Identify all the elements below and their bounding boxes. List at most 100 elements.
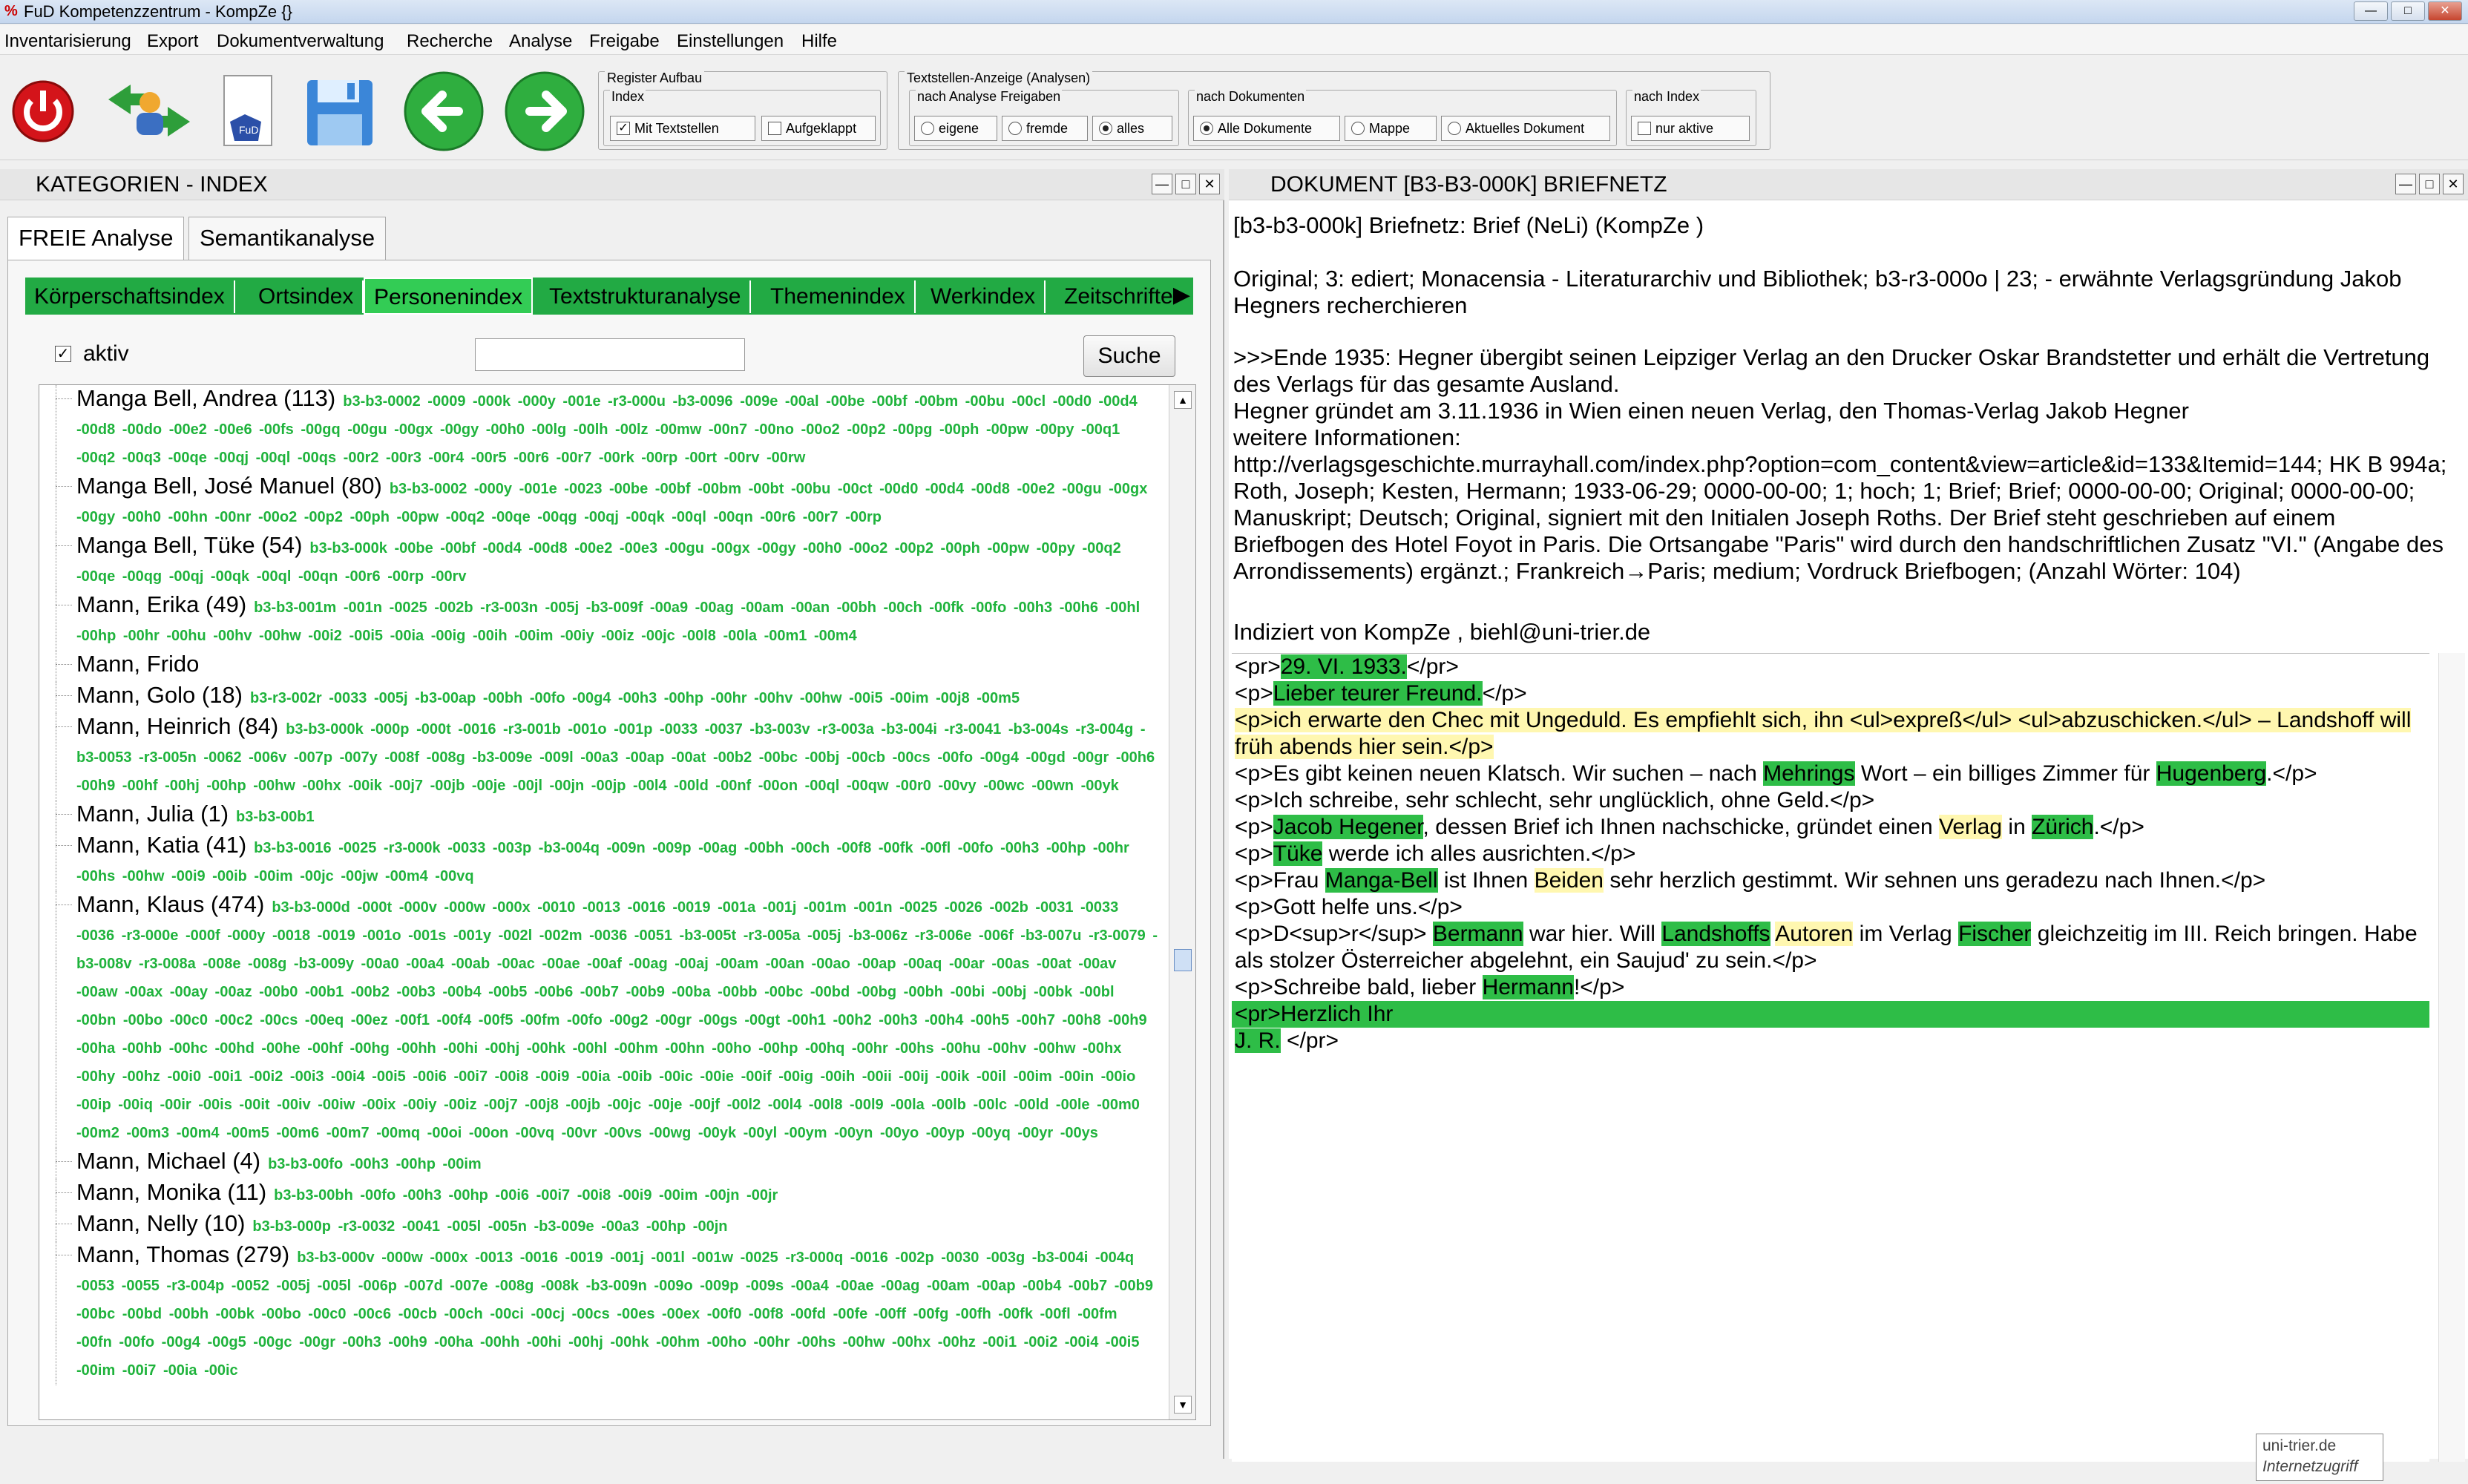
menu-export[interactable]: Export [147,31,198,52]
tree-scrollbar[interactable]: ▲ ▼ [1169,385,1195,1419]
document-text-editor[interactable]: <pr>29. VI. 1933.</pr> <p>Lieber teurer F… [1232,653,2429,1462]
menu-analyse[interactable]: Analyse [509,31,572,52]
tabs-scroll-right-icon[interactable]: ▶ [1173,282,1190,309]
person-name[interactable]: Manga Bell, Andrea (113) [76,385,335,411]
person-codes[interactable]: b3-b3-00bh -00fo -00h3 -00hp -00i6 -00i7… [274,1187,778,1204]
person-name[interactable]: Mann, Golo (18) [76,682,243,708]
person-codes[interactable]: b3-b3-00fo -00h3 -00hp -00im [268,1156,482,1172]
tab-werkindex[interactable]: Werkindex [922,280,1046,313]
annotated-text[interactable]: Bermann [1432,922,1523,946]
pane-maximize-button[interactable]: □ [1175,174,1196,194]
person-entry[interactable]: Mann, Heinrich (84) b3-b3-000k -000p -000… [45,713,1158,801]
forward-button[interactable] [502,70,591,151]
mit-textstellen-checkbox[interactable]: ✓ Mit Textstellen [610,116,755,141]
person-name[interactable]: Mann, Frido [76,651,199,677]
person-name[interactable]: Manga Bell, Tüke (54) [76,532,302,558]
radio-eigene[interactable]: eigene [914,116,997,141]
annotated-text[interactable]: Beiden [1534,868,1604,893]
person-name[interactable]: Mann, Nelly (10) [76,1210,245,1236]
menu-dokumentverwaltung[interactable]: Dokumentverwaltung [217,31,384,52]
person-codes[interactable]: b3-b3-000v -000w -000x -0013 -0016 -0019… [76,1250,1153,1379]
person-entry[interactable]: Mann, Nelly (10) b3-b3-000p -r3-0032 -004… [45,1210,1158,1241]
annotated-text[interactable]: Jacob Hegener [1273,815,1423,839]
menu-freigabe[interactable]: Freigabe [589,31,660,52]
save-button[interactable] [303,70,374,151]
person-name[interactable]: Mann, Julia (1) [76,801,229,827]
tab-personenindex[interactable]: Personenindex [364,278,534,315]
annotated-text[interactable]: Manga-Bell [1325,868,1438,893]
person-name[interactable]: Mann, Monika (11) [76,1179,266,1205]
scroll-up-icon[interactable]: ▲ [1174,391,1192,409]
pane-close-button[interactable]: ✕ [2443,174,2464,194]
aufgeklappt-checkbox[interactable]: Aufgeklappt [761,116,876,141]
person-codes[interactable]: b3-b3-00b1 [236,809,315,825]
tab-koerperschaftsindex[interactable]: Körperschaftsindex [25,280,235,313]
person-codes[interactable]: b3-b3-000p -r3-0032 -0041 -005l -005n -b… [252,1218,727,1235]
radio-alles[interactable]: alles [1092,116,1172,141]
person-codes[interactable]: b3-r3-002r -0033 -005j -b3-00ap -00bh -0… [250,690,1020,706]
person-name[interactable]: Manga Bell, José Manuel (80) [76,473,382,499]
annotated-text[interactable]: Hermann [1482,975,1574,999]
radio-aktuelles-dokument[interactable]: Aktuelles Dokument [1441,116,1610,141]
minimize-button[interactable]: — [2354,1,2388,21]
person-entry[interactable]: Mann, Michael (4) b3-b3-00fo -00h3 -00hp … [45,1148,1158,1179]
tab-textstrukturanalyse[interactable]: Textstrukturanalyse [540,280,752,313]
annotated-text[interactable]: Verlag [1938,815,2003,839]
person-entry[interactable]: Mann, Thomas (279) b3-b3-000v -000w -000x… [45,1241,1158,1385]
person-name[interactable]: Mann, Erika (49) [76,591,246,617]
power-off-button[interactable] [6,70,77,151]
annotated-text[interactable]: Zürich [2032,815,2094,839]
annotated-text[interactable]: <p>ich erwarte den Chec mit Ungeduld. Es… [1235,708,2412,759]
tab-freie-analyse[interactable]: FREIE Analyse [7,217,185,260]
editor-scrollbar[interactable] [2438,653,2465,1462]
person-entry[interactable]: Mann, Monika (11) b3-b3-00bh -00fo -00h3 … [45,1179,1158,1210]
users-sync-button[interactable] [101,70,197,151]
annotated-text[interactable]: 29. VI. 1933. [1280,654,1407,679]
person-entry[interactable]: Mann, Julia (1) b3-b3-00b1 [45,801,1158,832]
scroll-thumb[interactable] [1174,949,1192,971]
nur-aktive-checkbox[interactable]: nur aktive [1631,116,1750,141]
person-codes[interactable]: b3-b3-000d -000t -000v -000w -000x -0010… [76,899,1158,1141]
person-name[interactable]: Mann, Thomas (279) [76,1241,289,1267]
radio-mappe[interactable]: Mappe [1345,116,1437,141]
menu-recherche[interactable]: Recherche [407,31,493,52]
annotated-text[interactable]: J. R. [1235,1028,1281,1053]
annotated-text[interactable]: Mehrings [1763,761,1855,786]
person-entry[interactable]: Mann, Frido [45,651,1158,682]
search-input[interactable] [475,338,745,371]
pane-minimize-button[interactable]: — [1152,174,1172,194]
fud-document-button[interactable]: FuD [218,70,289,151]
radio-alle-dokumente[interactable]: Alle Dokumente [1193,116,1340,141]
radio-fremde[interactable]: fremde [1002,116,1088,141]
person-entry[interactable]: Manga Bell, Andrea (113) b3-b3-0002 -0009… [45,385,1158,473]
annotated-text[interactable]: Landshoffs [1661,922,1770,946]
menu-hilfe[interactable]: Hilfe [801,31,837,52]
menu-inventarisierung[interactable]: Inventarisierung [4,31,131,52]
scroll-down-icon[interactable]: ▼ [1174,1396,1192,1414]
person-name[interactable]: Mann, Katia (41) [76,832,246,858]
aktiv-checkbox[interactable]: ✓ [55,346,71,362]
person-entry[interactable]: Mann, Golo (18) b3-r3-002r -0033 -005j -b… [45,682,1158,713]
menu-einstellungen[interactable]: Einstellungen [677,31,784,52]
annotated-text[interactable]: Tüke [1273,841,1323,866]
pane-maximize-button[interactable]: □ [2419,174,2440,194]
person-entry[interactable]: Mann, Erika (49) b3-b3-001m -001n -0025 -… [45,591,1158,651]
tab-ortsindex[interactable]: Ortsindex [249,280,364,313]
back-button[interactable] [401,70,490,151]
tab-themenindex[interactable]: Themenindex [761,280,916,313]
person-entry[interactable]: Mann, Klaus (474) b3-b3-000d -000t -000v … [45,891,1158,1148]
person-entry[interactable]: Mann, Katia (41) b3-b3-0016 -0025 -r3-000… [45,832,1158,891]
maximize-button[interactable]: □ [2391,1,2425,21]
annotated-text[interactable]: Fischer [1958,922,2032,946]
pane-minimize-button[interactable]: — [2395,174,2416,194]
tab-zeitschriften[interactable]: Zeitschrifte [1055,280,1182,313]
annotated-text[interactable]: Lieber teurer Freund. [1273,681,1483,706]
person-entry[interactable]: Manga Bell, José Manuel (80) b3-b3-0002 -… [45,473,1158,532]
pane-close-button[interactable]: ✕ [1199,174,1220,194]
annotated-text[interactable]: Autoren [1775,922,1854,946]
search-button[interactable]: Suche [1083,335,1175,377]
person-name[interactable]: Mann, Michael (4) [76,1148,260,1174]
tab-semantikanalyse[interactable]: Semantikanalyse [188,217,387,260]
person-entry[interactable]: Manga Bell, Tüke (54) b3-b3-000k -00be -0… [45,532,1158,591]
annotated-text[interactable]: Hugenberg [2156,761,2267,786]
